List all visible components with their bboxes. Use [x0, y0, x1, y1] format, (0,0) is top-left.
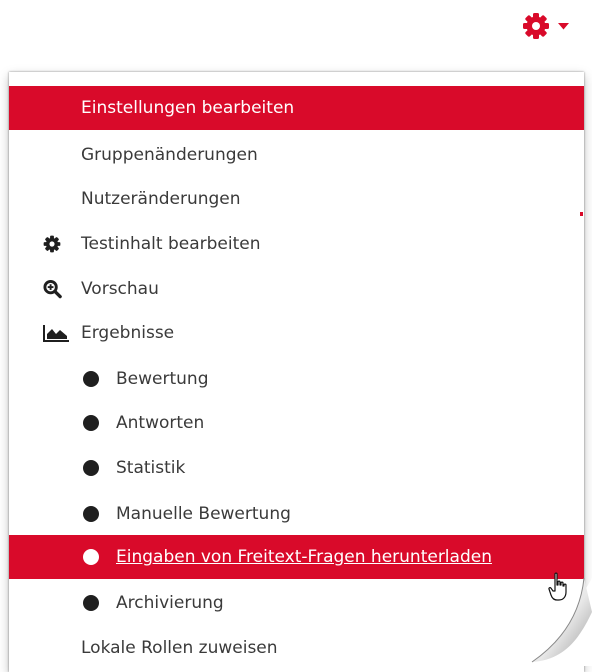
- bullet-icon: [83, 549, 99, 565]
- zoom-in-icon: [43, 279, 62, 299]
- menu-item-label: Testinhalt bearbeiten: [81, 234, 261, 254]
- settings-menu-toggle[interactable]: [522, 8, 582, 44]
- bullet-icon: [83, 415, 99, 431]
- bullet-icon: [83, 460, 99, 476]
- bullet-icon: [83, 371, 99, 387]
- menu-item-label: Ergebnisse: [81, 323, 175, 343]
- menu-item-gruppenaenderungen[interactable]: Gruppenänderungen: [9, 133, 584, 177]
- area-chart-icon: [43, 325, 69, 342]
- menu-item-label: Statistik: [116, 458, 186, 478]
- gear-icon: [523, 13, 549, 39]
- menu-item-label: Lokale Rollen zuweisen: [81, 638, 278, 658]
- gear-icon: [43, 235, 61, 253]
- menu-item-label: Gruppenänderungen: [81, 145, 258, 165]
- menu-item-label: Archivierung: [116, 593, 224, 613]
- menu-item-einstellungen-bearbeiten[interactable]: Einstellungen bearbeiten: [9, 86, 584, 130]
- menu-item-nutzeraenderungen[interactable]: Nutzeränderungen: [9, 177, 584, 221]
- menu-item-label: Vorschau: [81, 279, 159, 299]
- menu-item-vorschau[interactable]: Vorschau: [9, 267, 584, 311]
- menu-item-ergebnisse[interactable]: Ergebnisse: [9, 311, 584, 355]
- bullet-icon: [83, 506, 99, 522]
- menu-item-statistik[interactable]: Statistik: [9, 446, 584, 490]
- menu-item-archivierung[interactable]: Archivierung: [9, 581, 584, 625]
- hand-cursor-icon: [548, 572, 567, 601]
- menu-item-label: Manuelle Bewertung: [116, 504, 291, 524]
- menu-item-label: Einstellungen bearbeiten: [81, 98, 295, 118]
- menu-item-label: Bewertung: [116, 369, 209, 389]
- menu-item-label: Antworten: [116, 413, 205, 433]
- menu-item-bewertung[interactable]: Bewertung: [9, 357, 584, 401]
- menu-item-antworten[interactable]: Antworten: [9, 401, 584, 445]
- menu-item-label: Eingaben von Freitext-Fragen herunterlad…: [116, 547, 492, 567]
- menu-item-label: Nutzeränderungen: [81, 189, 241, 209]
- menu-item-freitext-herunterladen[interactable]: Eingaben von Freitext-Fragen herunterlad…: [9, 535, 584, 579]
- menu-item-testinhalt-bearbeiten[interactable]: Testinhalt bearbeiten: [9, 222, 584, 266]
- menu-item-manuelle-bewertung[interactable]: Manuelle Bewertung: [9, 492, 584, 536]
- caret-down-icon: [558, 22, 569, 29]
- bullet-icon: [83, 595, 99, 611]
- menu-item-lokale-rollen-zuweisen[interactable]: Lokale Rollen zuweisen: [9, 626, 584, 670]
- settings-dropdown-menu: Einstellungen bearbeiten Gruppenänderung…: [9, 72, 584, 672]
